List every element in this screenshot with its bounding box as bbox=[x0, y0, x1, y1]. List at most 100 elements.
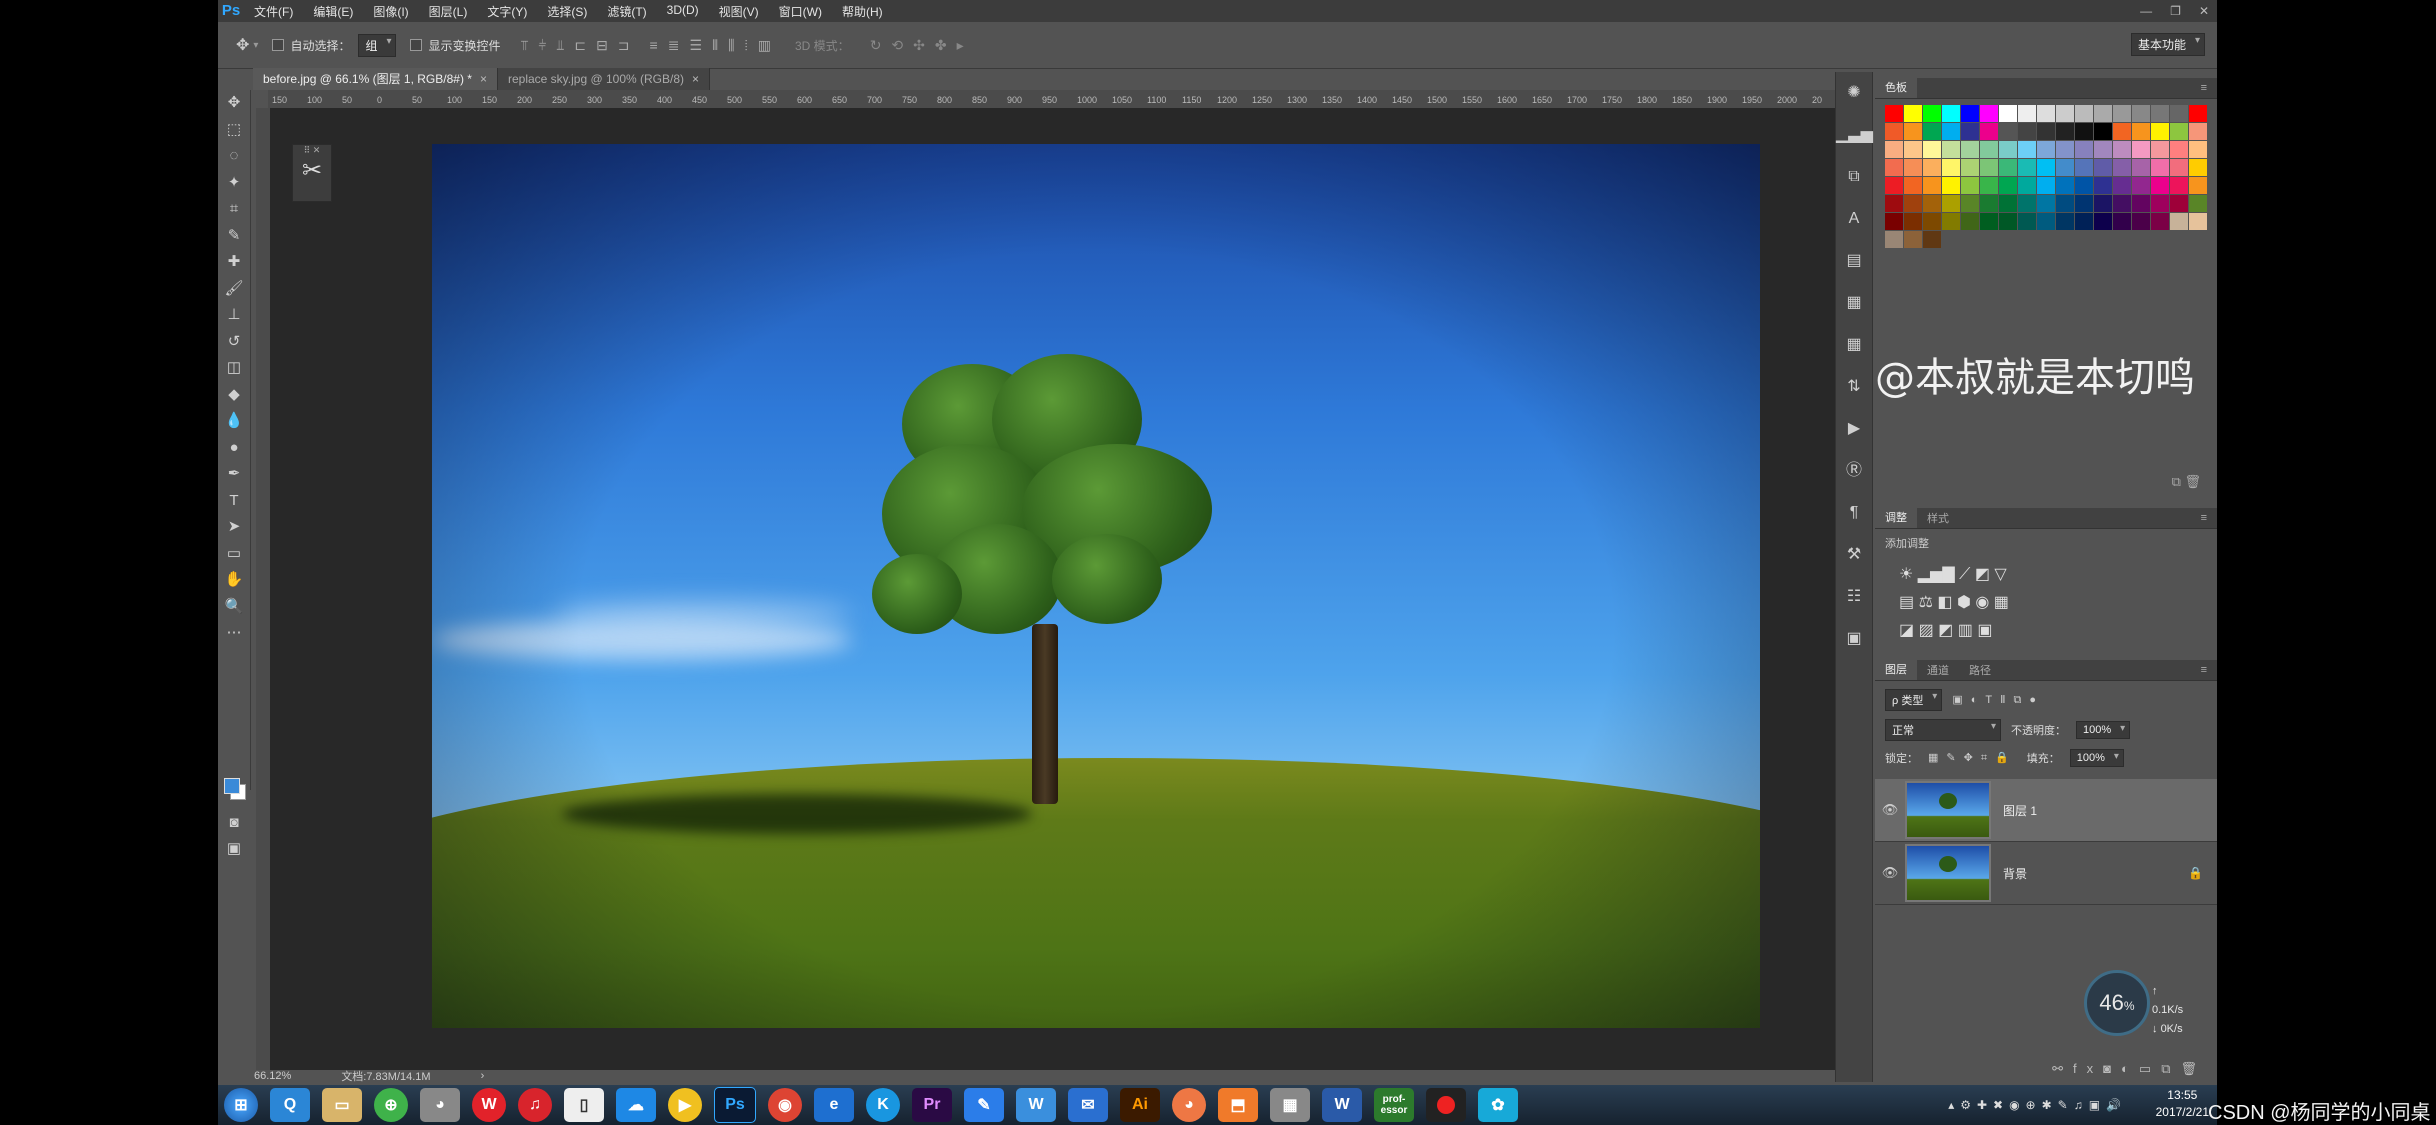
app2-icon[interactable]: ◕ bbox=[1172, 1088, 1206, 1122]
color-swatch[interactable] bbox=[1904, 123, 1922, 140]
distribute-vcenter-icon[interactable]: ≣ bbox=[668, 37, 680, 54]
align-vcenter-icon[interactable]: ⫩ bbox=[538, 37, 546, 54]
360-icon[interactable]: ⊕ bbox=[374, 1088, 408, 1122]
color-swatch[interactable] bbox=[1904, 195, 1922, 212]
color-swatch[interactable] bbox=[2075, 105, 2093, 122]
distribute-right-icon[interactable]: ⦙ bbox=[745, 37, 748, 54]
menu-item[interactable]: 图像(I) bbox=[363, 3, 418, 20]
image-panel-icon[interactable]: ▦ bbox=[1836, 324, 1872, 366]
color-swatch[interactable] bbox=[2018, 195, 2036, 212]
trash-icon[interactable]: 🗑 bbox=[2180, 1061, 2207, 1076]
exposure-icon[interactable]: ◩ bbox=[1975, 566, 1990, 583]
color-swatch[interactable] bbox=[1904, 213, 1922, 230]
color-swatch[interactable] bbox=[1885, 105, 1903, 122]
color-swatch[interactable] bbox=[2151, 141, 2169, 158]
quick-mask-icon[interactable]: ◙ bbox=[218, 810, 250, 837]
color-swatch[interactable] bbox=[1980, 177, 1998, 194]
color-swatch[interactable] bbox=[1904, 105, 1922, 122]
color-swatch[interactable] bbox=[2113, 141, 2131, 158]
color-swatch[interactable] bbox=[1980, 159, 1998, 176]
gradient-map-icon[interactable]: ▥ bbox=[1958, 622, 1973, 639]
color-swatch[interactable] bbox=[1923, 213, 1941, 230]
color-swatch[interactable] bbox=[2170, 141, 2188, 158]
crop-tool-icon[interactable]: ⌗ bbox=[218, 196, 250, 223]
color-swatch[interactable] bbox=[1904, 159, 1922, 176]
distribute-top-icon[interactable]: ≡ bbox=[650, 37, 658, 54]
lookup-icon[interactable]: ▦ bbox=[1994, 594, 2009, 611]
color-swatch[interactable] bbox=[2170, 123, 2188, 140]
fill-input[interactable]: 100% bbox=[2069, 749, 2124, 767]
color-swatch[interactable] bbox=[2056, 195, 2074, 212]
system-tray-icons[interactable]: ▴⚙✚✖◉⊕✱✎♫▣🔊 bbox=[1948, 1098, 2127, 1112]
layer-row-background[interactable]: 👁 背景 🔒 bbox=[1875, 842, 2217, 905]
color-swatch[interactable] bbox=[1942, 105, 1960, 122]
visibility-eye-icon[interactable]: 👁 bbox=[1875, 865, 1905, 881]
wps-icon[interactable]: W bbox=[1016, 1088, 1056, 1122]
color-swatch[interactable] bbox=[1923, 105, 1941, 122]
color-swatch[interactable] bbox=[2056, 213, 2074, 230]
color-swatch[interactable] bbox=[2151, 105, 2169, 122]
color-swatch[interactable] bbox=[1923, 231, 1941, 248]
tab-before[interactable]: before.jpg @ 66.1% (图层 1, RGB/8#) * × bbox=[253, 68, 498, 90]
color-swatch[interactable] bbox=[2132, 123, 2150, 140]
color-swatch[interactable] bbox=[2113, 123, 2131, 140]
color-swatch[interactable] bbox=[1885, 231, 1903, 248]
brush-tool-icon[interactable]: 🖌 bbox=[218, 276, 250, 303]
color-swatch[interactable] bbox=[2151, 213, 2169, 230]
color-swatch[interactable] bbox=[1923, 177, 1941, 194]
color-swatch[interactable] bbox=[1885, 123, 1903, 140]
color-swatch[interactable] bbox=[2113, 213, 2131, 230]
timeline-icon[interactable]: ▤ bbox=[1836, 240, 1872, 282]
eyedropper-icon[interactable]: ✎ bbox=[218, 223, 250, 250]
zoom-level[interactable]: 66.12% bbox=[254, 1070, 291, 1082]
opacity-input[interactable]: 100% bbox=[2076, 721, 2131, 739]
color-swatch[interactable] bbox=[2151, 159, 2169, 176]
status-arrow-icon[interactable]: › bbox=[481, 1070, 485, 1082]
color-swatch[interactable] bbox=[1980, 141, 1998, 158]
color-swatch[interactable] bbox=[2132, 141, 2150, 158]
distribute-left-icon[interactable]: ⦀ bbox=[712, 37, 718, 54]
color-swatch[interactable] bbox=[1942, 195, 1960, 212]
word-icon[interactable]: W bbox=[1322, 1088, 1362, 1122]
color-swatch[interactable] bbox=[2170, 159, 2188, 176]
tab-adjustments[interactable]: 调整 bbox=[1875, 508, 1917, 528]
color-swatch[interactable] bbox=[1904, 177, 1922, 194]
feather-icon[interactable]: ✎ bbox=[964, 1088, 1004, 1122]
3d-pan-icon[interactable]: ✣ bbox=[913, 37, 925, 54]
color-swatch[interactable] bbox=[2151, 195, 2169, 212]
ra-plugin-icon[interactable]: Ⓡ bbox=[1836, 450, 1872, 492]
color-swatch[interactable] bbox=[2037, 195, 2055, 212]
color-swatch[interactable] bbox=[2056, 105, 2074, 122]
app3-icon[interactable]: ⬒ bbox=[1218, 1088, 1258, 1122]
tab-replace-sky[interactable]: replace sky.jpg @ 100% (RGB/8) × bbox=[497, 68, 711, 90]
color-swatch[interactable] bbox=[2018, 177, 2036, 194]
color-swatch[interactable] bbox=[2018, 105, 2036, 122]
color-swatch[interactable] bbox=[2170, 195, 2188, 212]
floating-tool-panel[interactable]: ⠿ ✕ ✂ bbox=[292, 144, 332, 202]
tab-close-icon[interactable]: × bbox=[480, 72, 487, 86]
lasso-tool-icon[interactable]: ◌ bbox=[218, 143, 250, 170]
photoshop-taskbar-icon[interactable]: Ps bbox=[714, 1087, 756, 1123]
chrome-icon[interactable]: ◉ bbox=[768, 1088, 802, 1122]
color-swatch[interactable] bbox=[2075, 195, 2093, 212]
qq-penguin-icon[interactable]: ◕ bbox=[420, 1088, 460, 1122]
visibility-eye-icon[interactable]: 👁 bbox=[1875, 802, 1905, 818]
swatches-tab[interactable]: 色板 bbox=[1875, 78, 1917, 98]
blur-tool-icon[interactable]: 💧 bbox=[218, 408, 250, 435]
folder-icon[interactable]: ▭ bbox=[2139, 1061, 2161, 1076]
3d-scale-icon[interactable]: ▸ bbox=[957, 37, 964, 54]
professor-icon[interactable]: prof-essor bbox=[1374, 1088, 1414, 1122]
filter-icons[interactable]: ▣◐TⅡ⧉● bbox=[1952, 693, 2044, 707]
posterize-icon[interactable]: ▨ bbox=[1919, 622, 1934, 639]
color-swatch[interactable] bbox=[1961, 177, 1979, 194]
tab-layers[interactable]: 图层 bbox=[1875, 660, 1917, 680]
blend-mode-dropdown[interactable]: 正常 bbox=[1885, 719, 2001, 741]
app5-icon[interactable]: ✿ bbox=[1478, 1088, 1518, 1122]
layer-row-layer1[interactable]: 👁 图层 1 bbox=[1875, 779, 2217, 842]
color-swatch[interactable] bbox=[2037, 159, 2055, 176]
color-swatch[interactable] bbox=[1999, 213, 2017, 230]
type-tool-icon[interactable]: T bbox=[218, 488, 250, 515]
mask-icon[interactable]: ◙ bbox=[2103, 1061, 2121, 1076]
color-swatch[interactable] bbox=[1885, 141, 1903, 158]
lock-icons[interactable]: ▦✎✥⌗🔒 bbox=[1928, 751, 2017, 765]
